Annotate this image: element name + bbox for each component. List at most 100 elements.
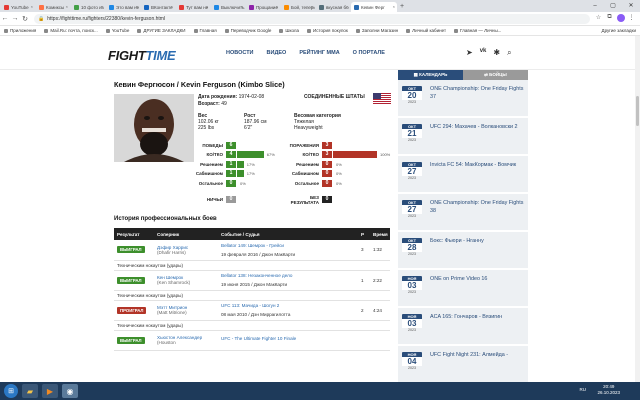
opponent-cell: Мэтт Митрион (Matt Mitrione) (154, 300, 218, 321)
clock[interactable]: 20:49 26.10.2023 (597, 384, 620, 396)
new-tab-button[interactable]: + (400, 2, 404, 12)
bookmark-item[interactable]: Главная (193, 28, 217, 33)
record-pct: 0% (336, 180, 342, 186)
spacer-cell (218, 260, 390, 271)
browser-tab[interactable]: вкусная бо × (316, 2, 350, 12)
record-label: БЕЗ РЕЗУЛЬТАТА (290, 194, 319, 205)
address-bar[interactable]: 🔒 https://fighttime.ru/fighters/22380/ke… (34, 13, 590, 24)
sidebar-event[interactable]: ОКТ 20 2023 ONE Championship: One Friday Fi… (398, 80, 528, 117)
record-count: 1 (226, 160, 236, 168)
browser-tab[interactable]: YouTube × (1, 2, 35, 12)
event-title[interactable]: ONE Championship: One Friday Fights 37 (430, 86, 524, 101)
reload-icon[interactable]: ↻ (20, 15, 30, 23)
event-link[interactable]: UFC 113: Мачида - Шогун 2 (221, 303, 355, 308)
back-icon[interactable]: ← (0, 15, 10, 22)
tab-close-icon[interactable]: × (276, 4, 278, 9)
event-title[interactable]: ONE Championship: One Friday Fights 38 (430, 200, 524, 215)
extensions-icon[interactable]: ⧉ (605, 14, 614, 24)
browser-tab[interactable]: Выключить × (211, 2, 245, 12)
record-pct: 0% (336, 171, 342, 176)
bookmark-item[interactable]: Переводчик Google (224, 28, 271, 33)
sidebar-event[interactable]: НОЯ 03 2023 ONE on Prime Video 16 (398, 270, 528, 307)
browser-tab[interactable]: ВКонтакте × (141, 2, 175, 12)
tab-close-icon[interactable]: × (171, 4, 173, 9)
bookmark-item[interactable]: ДРУГИЕ ЗАКЛАДКИ (137, 28, 186, 33)
event-year: 2023 (408, 100, 416, 104)
tab-close-icon[interactable]: × (206, 4, 208, 9)
tab-calendar[interactable]: ▦ КАЛЕНДАРЬ (398, 70, 463, 80)
event-title[interactable]: Invicta FC 54: МакКормак - Вомчик (430, 162, 524, 170)
nav-about[interactable]: О ПОРТАЛЕ (353, 50, 385, 56)
bookmark-item[interactable]: Заполни Магазин (355, 28, 398, 33)
bookmark-item[interactable]: История покупок (307, 28, 348, 33)
page-scrollbar[interactable] (635, 36, 640, 384)
nav-rating[interactable]: РЕЙТИНГ ММА (299, 50, 339, 56)
event-link[interactable]: UFC - The Ultimate Fighter 10 Finale (221, 336, 355, 341)
menu-icon[interactable]: ⋮ (627, 14, 636, 24)
odnoklassniki-icon[interactable]: ✱ (493, 48, 500, 58)
tab-fighters-label: БОЙЦЫ (489, 72, 507, 77)
sidebar-event[interactable]: ОКТ 21 2023 UFC 294: Махачев - Волкановски … (398, 118, 528, 155)
event-date-badge: НОЯ 03 2023 (402, 314, 422, 333)
browser-tab[interactable]: Тут вам не × (176, 2, 210, 12)
maximize-icon[interactable]: ▢ (604, 0, 622, 12)
bookmark-item[interactable]: Школа (279, 28, 299, 33)
bookmark-item[interactable]: YouTube (105, 28, 129, 33)
start-button[interactable]: ⊞ (4, 384, 18, 398)
browser-tab[interactable]: 10 фото из × (71, 2, 105, 12)
record-pct: 100% (380, 152, 391, 157)
browser-tab[interactable]: Кевин Ферг × (351, 2, 397, 12)
browser-tab[interactable]: Это вам не × (106, 2, 140, 12)
bookmark-star-icon[interactable]: ☆ (594, 14, 603, 24)
chrome-taskbar-icon[interactable]: ◉ (62, 384, 78, 398)
forward-icon[interactable]: → (10, 15, 20, 22)
time-cell (370, 330, 390, 351)
tab-close-icon[interactable]: × (31, 4, 33, 9)
tab-close-icon[interactable]: × (66, 4, 68, 9)
search-icon[interactable]: ⌕ (507, 48, 511, 58)
sidebar-event[interactable]: ОКТ 27 2023 Invicta FC 54: МакКормак - Вомч… (398, 156, 528, 193)
explorer-taskbar-icon[interactable]: ▰ (22, 384, 38, 398)
profile-avatar[interactable] (616, 13, 625, 24)
event-title[interactable]: UFC Fight Night 231: Алмейда - (430, 352, 524, 360)
minimize-icon[interactable]: – (586, 0, 604, 12)
event-link[interactable]: Bellator 138: Незаконченное дело (221, 273, 355, 278)
vk-icon[interactable]: vk (480, 48, 487, 58)
bookmark-item[interactable]: Mail.Ru: почта, поиск... (44, 28, 98, 33)
nav-video[interactable]: ВИДЕО (267, 50, 287, 56)
tab-close-icon[interactable]: × (136, 4, 138, 9)
telegram-icon[interactable]: ➤ (466, 48, 473, 58)
browser-tab[interactable]: Прощание × (246, 2, 280, 12)
browser-tab[interactable]: Бой, теперь × (281, 2, 315, 12)
bookmark-item[interactable]: Приложения (4, 28, 36, 33)
bookmark-other[interactable]: Другие закладки (602, 28, 636, 33)
event-title[interactable]: ACA 165: Гончаров - Вязигин (430, 314, 524, 322)
site-logo[interactable]: FIGHTTIME (108, 48, 176, 63)
sidebar-event[interactable]: ОКТ 27 2023 ONE Championship: One Friday Fi… (398, 194, 528, 231)
event-title[interactable]: Бокс: Фьюри - Нганну (430, 238, 524, 246)
bookmark-icon (355, 28, 360, 33)
tab-fighters[interactable]: ⇄ БОЙЦЫ (463, 70, 528, 80)
bookmark-item[interactable]: Личный кабинет (406, 28, 446, 33)
tab-close-icon[interactable]: × (101, 4, 103, 9)
tab-close-icon[interactable]: × (241, 4, 243, 9)
scrollbar-thumb[interactable] (636, 96, 639, 126)
bookmark-item[interactable]: Главная — Личны... (454, 28, 501, 33)
sidebar-event[interactable]: НОЯ 04 2023 UFC Fight Night 231: Алмейда - (398, 346, 528, 383)
close-window-icon[interactable]: ✕ (622, 0, 640, 12)
tab-close-icon[interactable]: × (393, 4, 395, 9)
browser-tab[interactable]: Комиксы × (36, 2, 70, 12)
nav-news[interactable]: НОВОСТИ (226, 50, 254, 56)
bookmark-label: Личный кабинет (412, 28, 447, 33)
event-title[interactable]: UFC 294: Махачев - Волкановски 2 (430, 124, 524, 132)
event-link[interactable]: Bellator 149: Шемрок - Грейси (221, 243, 355, 248)
media-player-taskbar-icon[interactable]: ▶ (42, 384, 58, 398)
event-title[interactable]: ONE on Prime Video 16 (430, 276, 524, 284)
tab-close-icon[interactable]: × (346, 4, 348, 9)
result-badge: ПРОИГРАЛ (117, 306, 147, 314)
record-label: Остальное (294, 180, 319, 186)
sidebar-event[interactable]: ОКТ 28 2023 Бокс: Фьюри - Нганну (398, 232, 528, 269)
sidebar-event[interactable]: НОЯ 03 2023 ACA 165: Гончаров - Вязигин (398, 308, 528, 345)
tab-close-icon[interactable]: × (311, 4, 313, 9)
language-indicator[interactable]: RU (580, 387, 587, 392)
